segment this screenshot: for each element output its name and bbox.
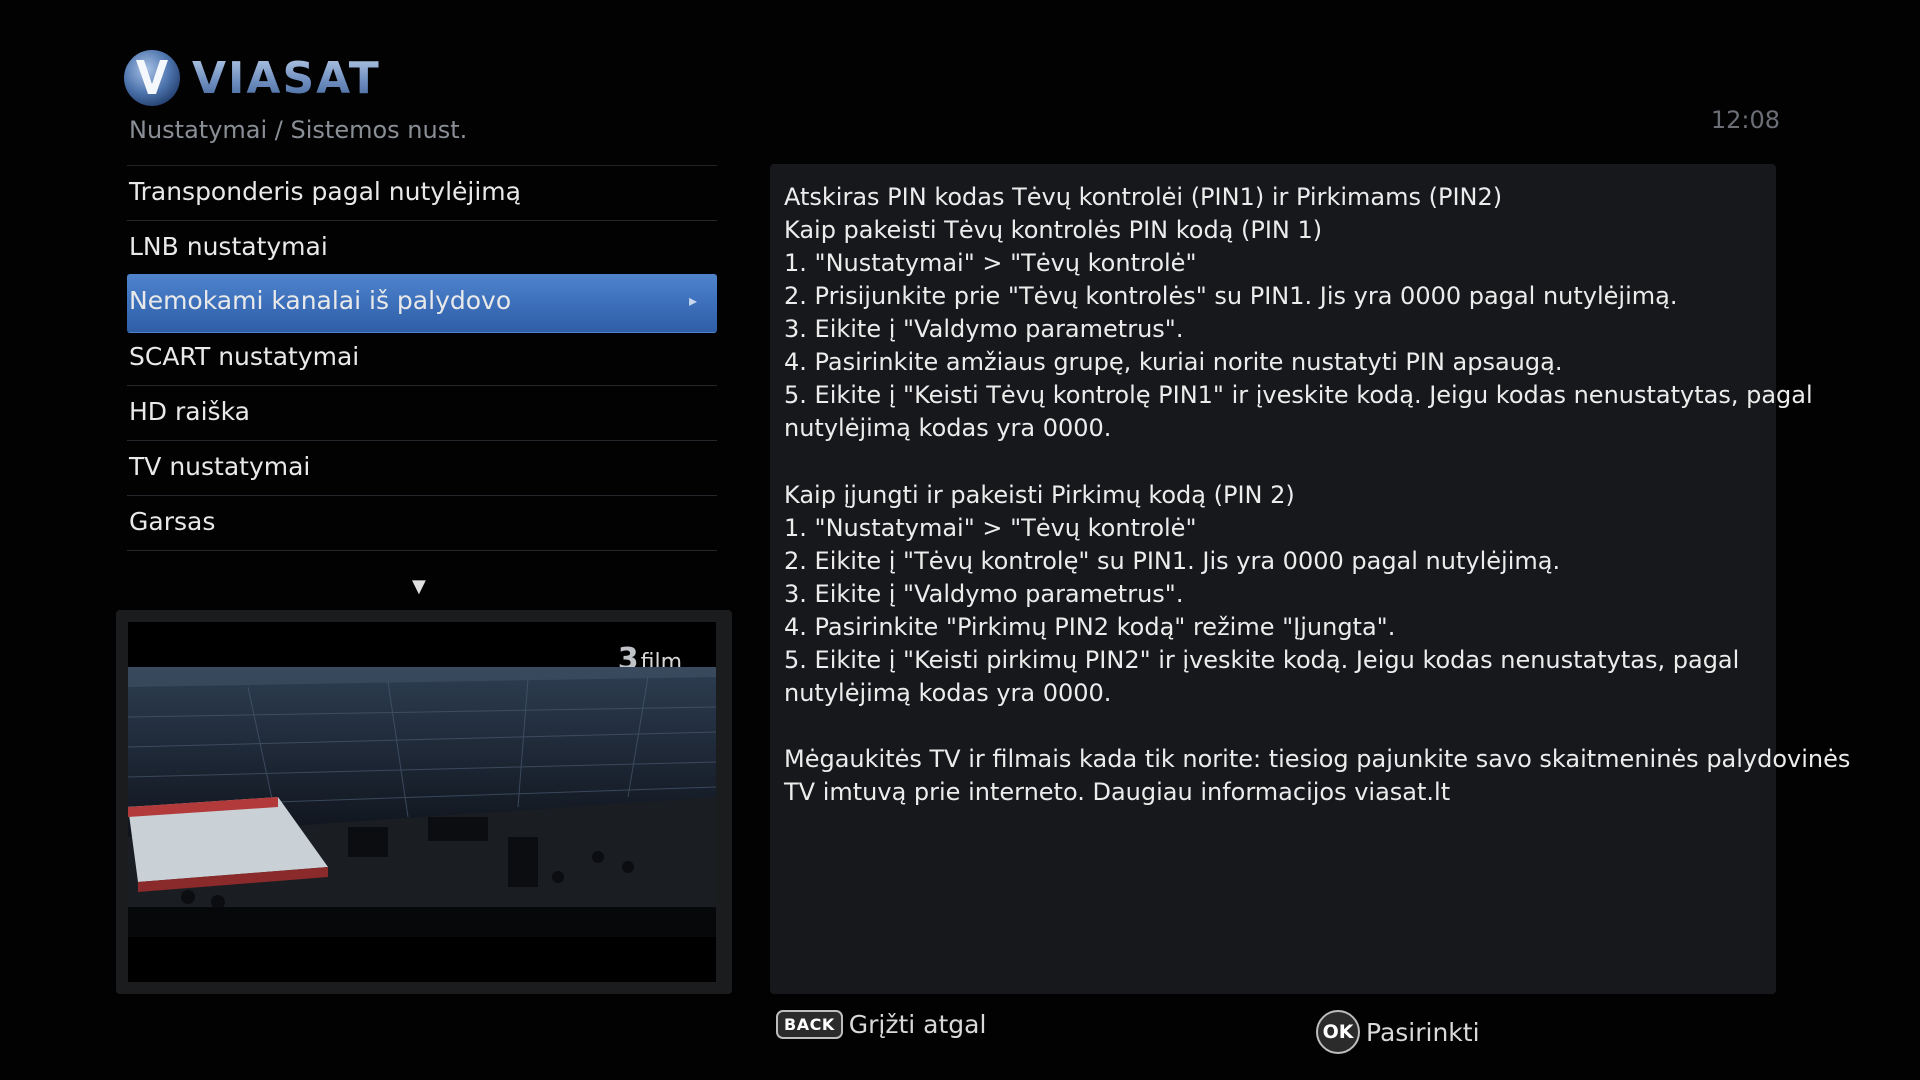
info-line: Kaip pakeisti Tėvų kontrolės PIN kodą (P… [784, 216, 1323, 244]
ok-key-icon: OK [1316, 1010, 1360, 1054]
menu-item-label: Garsas [129, 507, 216, 536]
menu-item-audio[interactable]: Garsas [127, 496, 717, 551]
clock: 12:08 [1710, 106, 1780, 134]
info-line: 1. "Nustatymai" > "Tėvų kontrolė" [784, 249, 1197, 277]
info-line: 3. Eikite į "Valdymo parametrus". [784, 315, 1184, 343]
menu-item-lnb-settings[interactable]: LNB nustatymai [127, 221, 717, 276]
info-line: 1. "Nustatymai" > "Tėvų kontrolė" [784, 514, 1197, 542]
info-line: 4. Pasirinkite amžiaus grupę, kuriai nor… [784, 348, 1563, 376]
tv-preview: 3film [128, 622, 716, 982]
scroll-down-icon[interactable]: ▼ [412, 576, 426, 597]
menu-item-label: TV nustatymai [129, 452, 311, 481]
menu-item-tv-settings[interactable]: TV nustatymai [127, 441, 717, 496]
arena-video-frame [128, 667, 716, 937]
menu-item-label: SCART nustatymai [129, 342, 360, 371]
menu-item-label: Nemokami kanalai iš palydovo [129, 286, 512, 315]
info-line: Kaip įjungti ir pakeisti Pirkimų kodą (P… [784, 481, 1295, 509]
info-line: nutylėjimą kodas yra 0000. [784, 414, 1112, 442]
ok-hint[interactable]: OK Pasirinkti [1316, 1010, 1480, 1054]
back-label: Grįžti atgal [848, 1010, 987, 1039]
back-hint[interactable]: BACK Grįžti atgal [776, 1010, 986, 1039]
info-line: Mėgaukitės TV ir filmais kada tik norite… [784, 745, 1851, 773]
brand-name: VIASAT [192, 52, 381, 104]
info-line: 5. Eikite į "Keisti Tėvų kontrolę PIN1" … [784, 381, 1813, 409]
menu-item-default-transponder[interactable]: Transponderis pagal nutylėjimą [127, 166, 717, 221]
info-line: 2. Eikite į "Tėvų kontrolę" su PIN1. Jis… [784, 547, 1561, 575]
settings-menu: Transponderis pagal nutylėjimą LNB nusta… [127, 165, 717, 551]
menu-item-hd-resolution[interactable]: HD raiška [127, 386, 717, 441]
viasat-logo-icon [124, 50, 180, 106]
menu-item-label: HD raiška [129, 397, 250, 426]
info-line: Atskiras PIN kodas Tėvų kontrolėi (PIN1)… [784, 183, 1503, 211]
info-line: 3. Eikite į "Valdymo parametrus". [784, 580, 1184, 608]
menu-item-label: LNB nustatymai [129, 232, 328, 261]
ok-label: Pasirinkti [1366, 1017, 1480, 1047]
back-key-icon: BACK [776, 1010, 843, 1039]
menu-item-label: Transponderis pagal nutylėjimą [129, 177, 521, 206]
info-line: nutylėjimą kodas yra 0000. [784, 679, 1112, 707]
info-line: 2. Prisijunkite prie "Tėvų kontrolės" su… [784, 282, 1678, 310]
menu-item-free-satellite-channels[interactable]: Nemokami kanalai iš palydovo ▸ [127, 274, 717, 333]
info-line: TV imtuvą prie interneto. Daugiau inform… [784, 778, 1451, 806]
info-line: 5. Eikite į "Keisti pirkimų PIN2" ir įve… [784, 646, 1740, 674]
chevron-right-icon: ▸ [688, 291, 697, 310]
info-line: 4. Pasirinkite "Pirkimų PIN2 kodą" režim… [784, 613, 1396, 641]
breadcrumb: Nustatymai / Sistemos nust. [129, 116, 468, 144]
settings-screen: VIASAT Nustatymai / Sistemos nust. 12:08… [0, 0, 1920, 1080]
menu-item-scart-settings[interactable]: SCART nustatymai [127, 331, 717, 386]
viasat-logo: VIASAT [122, 48, 381, 108]
